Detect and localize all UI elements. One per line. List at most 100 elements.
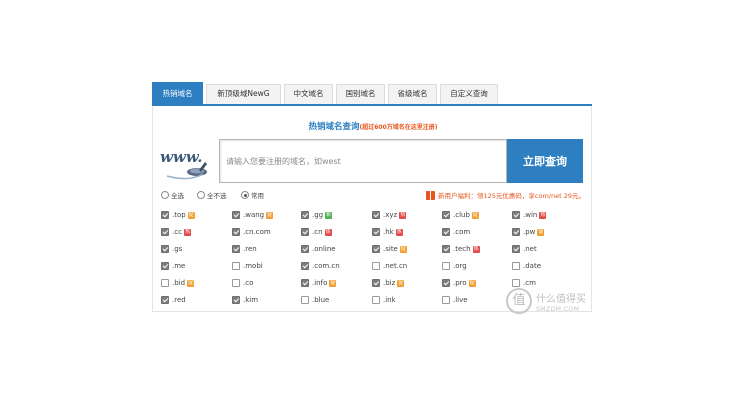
tld-option[interactable]: .kim: [232, 294, 258, 306]
tld-checkbox[interactable]: [512, 211, 520, 219]
tld-checkbox[interactable]: [232, 296, 240, 304]
radio-select-all[interactable]: 全选: [161, 190, 184, 200]
tab-province-domains[interactable]: 省级域名: [388, 84, 437, 104]
tld-checkbox[interactable]: [372, 228, 380, 236]
tld-checkbox[interactable]: [512, 245, 520, 253]
tld-badge: 促: [397, 279, 405, 287]
tld-option[interactable]: .hk 热: [372, 226, 403, 238]
tld-checkbox[interactable]: [372, 296, 380, 304]
tld-checkbox[interactable]: [512, 228, 520, 236]
radio-select-all-label: 全选: [171, 192, 184, 200]
tld-option[interactable]: .com: [442, 226, 470, 238]
tld-option[interactable]: .wang 促: [232, 209, 274, 221]
tld-checkbox[interactable]: [301, 211, 309, 219]
tld-checkbox[interactable]: [301, 279, 309, 287]
tld-checkbox[interactable]: [232, 262, 240, 270]
tld-option[interactable]: .ren: [232, 243, 257, 255]
tab-country-domains[interactable]: 国别域名: [336, 84, 385, 104]
www-logo-icon: www.: [159, 140, 211, 182]
tld-badge: 促: [187, 279, 195, 287]
tld-checkbox[interactable]: [442, 262, 450, 270]
tld-option[interactable]: .bid 促: [161, 277, 195, 289]
tld-option[interactable]: .blue: [301, 294, 329, 306]
tld-option[interactable]: .site 促: [372, 243, 407, 255]
search-now-button[interactable]: 立即查询: [507, 139, 583, 183]
tld-checkbox[interactable]: [232, 245, 240, 253]
tld-label: .com: [453, 228, 471, 236]
tld-option[interactable]: .xyz 热: [372, 209, 407, 221]
tld-label: .xyz: [383, 211, 398, 219]
tld-option[interactable]: .me: [161, 260, 185, 272]
tld-checkbox[interactable]: [232, 211, 240, 219]
tld-option[interactable]: .online: [301, 243, 336, 255]
tld-label: .net: [523, 245, 537, 253]
tld-option[interactable]: .pw 促: [512, 226, 545, 238]
tld-label: .red: [172, 296, 186, 304]
radio-common[interactable]: 常用: [241, 190, 264, 200]
tld-option[interactable]: .win 热: [512, 209, 547, 221]
tld-label: .co: [243, 279, 254, 287]
tld-checkbox[interactable]: [161, 245, 169, 253]
tld-checkbox[interactable]: [442, 211, 450, 219]
tld-option[interactable]: .co: [232, 277, 253, 289]
tld-checkbox[interactable]: [301, 296, 309, 304]
radio-select-all-circle: [161, 191, 169, 199]
tld-option[interactable]: .biz 促: [372, 277, 405, 289]
tld-checkbox[interactable]: [301, 245, 309, 253]
tld-checkbox[interactable]: [372, 245, 380, 253]
tld-option[interactable]: .mobi: [232, 260, 263, 272]
tld-option[interactable]: .net.cn: [372, 260, 407, 272]
tld-checkbox[interactable]: [442, 279, 450, 287]
tld-option[interactable]: .cc 热: [161, 226, 191, 238]
tld-option[interactable]: .cn.com: [232, 226, 271, 238]
tld-label: .kim: [243, 296, 259, 304]
tld-checkbox[interactable]: [301, 262, 309, 270]
tld-checkbox[interactable]: [372, 211, 380, 219]
tld-option[interactable]: .tech 热: [442, 243, 480, 255]
tld-checkbox[interactable]: [161, 296, 169, 304]
tab-hot-domains[interactable]: 热销域名: [152, 82, 203, 104]
tld-badge: 热: [183, 228, 191, 236]
tab-new-gtld[interactable]: 新顶级域NewG: [206, 84, 281, 104]
domain-search-input[interactable]: [219, 139, 507, 183]
tld-checkbox[interactable]: [301, 228, 309, 236]
tld-checkbox[interactable]: [161, 279, 169, 287]
tld-option[interactable]: .top 促: [161, 209, 195, 221]
tld-option[interactable]: .pro 促: [442, 277, 476, 289]
tab-custom-query[interactable]: 自定义查询: [440, 84, 498, 104]
tab-chinese-domains[interactable]: 中文域名: [284, 84, 333, 104]
www-logo-text: www.: [160, 148, 202, 166]
tld-checkbox[interactable]: [232, 279, 240, 287]
tld-badge: 热: [324, 228, 332, 236]
tld-checkbox[interactable]: [161, 211, 169, 219]
new-user-promo[interactable]: 新用户福利：领125元优惠码，享com/net 29元。: [426, 189, 585, 201]
tld-option[interactable]: .cn 热: [301, 226, 332, 238]
tld-checkbox[interactable]: [442, 245, 450, 253]
tld-option[interactable]: .com.cn: [301, 260, 340, 272]
tld-checkbox[interactable]: [372, 279, 380, 287]
tld-option[interactable]: .org: [442, 260, 467, 272]
tld-checkbox[interactable]: [512, 262, 520, 270]
watermark-sub: SMZDM.COM: [536, 306, 580, 313]
tld-option[interactable]: .date: [512, 260, 541, 272]
tld-badge: 促: [399, 245, 407, 253]
tld-checkbox[interactable]: [442, 296, 450, 304]
tld-checkbox[interactable]: [442, 228, 450, 236]
tld-label: .cc: [172, 228, 182, 236]
tld-option[interactable]: .red: [161, 294, 186, 306]
tld-label: .win: [523, 211, 538, 219]
tld-option[interactable]: .ink: [372, 294, 396, 306]
tld-option[interactable]: .gg 新: [301, 209, 333, 221]
tld-checkbox[interactable]: [161, 228, 169, 236]
tld-option[interactable]: .net: [512, 243, 537, 255]
tld-checkbox[interactable]: [161, 262, 169, 270]
tld-checkbox[interactable]: [232, 228, 240, 236]
tld-option[interactable]: .gs: [161, 243, 182, 255]
tld-checkbox[interactable]: [512, 279, 520, 287]
radio-select-none[interactable]: 全不选: [197, 190, 227, 200]
tld-option[interactable]: .info 促: [301, 277, 337, 289]
tld-checkbox[interactable]: [372, 262, 380, 270]
tld-option[interactable]: .live: [442, 294, 468, 306]
tld-option[interactable]: .club 促: [442, 209, 479, 221]
tld-label: .top: [172, 211, 186, 219]
